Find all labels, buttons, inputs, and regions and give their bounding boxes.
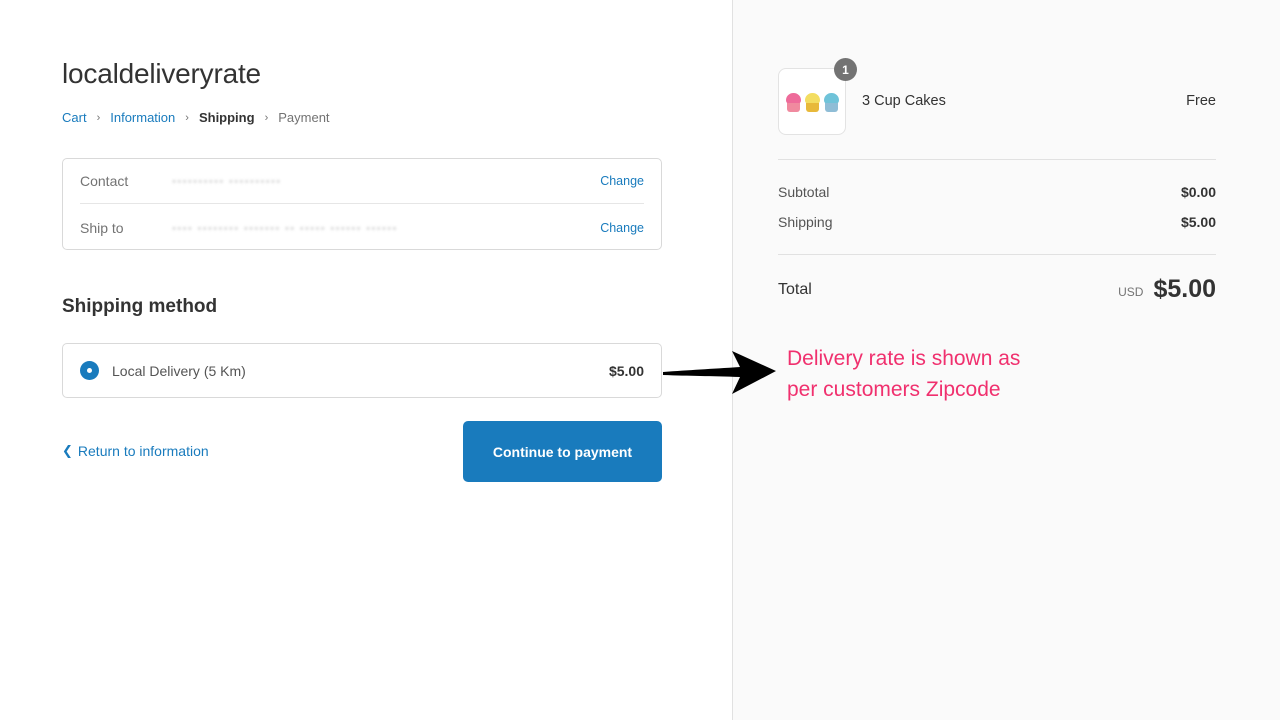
shipping-value: $5.00 <box>1180 214 1216 230</box>
breadcrumb-payment: Payment <box>278 110 330 125</box>
review-row-contact: Contact ▪▪▪▪▪▪▪▪▪▪ ▪▪▪▪▪▪▪▪▪▪ Change <box>80 159 644 204</box>
return-to-information-link[interactable]: ❮ Return to information <box>62 443 209 459</box>
subtotal-label: Subtotal <box>778 184 830 200</box>
return-label: Return to information <box>77 443 209 459</box>
chevron-right-icon: › <box>185 111 189 124</box>
ship-to-label: Ship to <box>80 219 124 236</box>
annotation-arrow-icon <box>663 351 776 394</box>
radio-selected-icon[interactable] <box>80 361 99 380</box>
subtotal-value: $0.00 <box>1180 184 1216 200</box>
breadcrumb-shipping: Shipping <box>198 110 255 125</box>
currency-code: USD <box>1118 284 1144 299</box>
change-contact-link[interactable]: Change <box>600 174 644 188</box>
checkout-main: localdeliveryrate Cart › Information › S… <box>0 0 732 720</box>
breadcrumb-cart[interactable]: Cart <box>62 110 87 125</box>
contact-value: ▪▪▪▪▪▪▪▪▪▪ ▪▪▪▪▪▪▪▪▪▪ <box>172 174 282 188</box>
cupcake-yellow-icon <box>804 91 821 113</box>
total-amount-group: USD $5.00 <box>1118 275 1216 304</box>
chevron-right-icon: › <box>96 111 101 124</box>
annotation-line-2: per customers Zipcode <box>787 378 1001 401</box>
shipping-option-local-delivery[interactable]: Local Delivery (5 Km) $5.00 <box>62 343 662 398</box>
breadcrumb: Cart › Information › Shipping › Payment <box>62 110 330 125</box>
summary-divider <box>778 254 1216 255</box>
ship-to-value: ▪▪▪▪ ▪▪▪▪▪▪▪▪ ▪▪▪▪▪▪▪ ▪▪ ▪▪▪▪▪ ▪▪▪▪▪▪ ▪▪… <box>172 220 398 235</box>
total-label: Total <box>778 280 812 298</box>
review-row-ship-to: Ship to ▪▪▪▪ ▪▪▪▪▪▪▪▪ ▪▪▪▪▪▪▪ ▪▪ ▪▪▪▪▪ ▪… <box>80 205 644 250</box>
shipping-label: Shipping <box>778 214 833 230</box>
subtotal-row: Subtotal $0.00 <box>778 184 1216 200</box>
shipping-method-title: Shipping method <box>62 296 218 317</box>
annotation-note: Delivery rate is shown as per customers … <box>787 343 1020 405</box>
cupcake-pink-icon <box>785 91 802 113</box>
shipping-row: Shipping $5.00 <box>778 214 1216 230</box>
total-amount: $5.00 <box>1153 275 1216 303</box>
change-ship-to-link[interactable]: Change <box>600 221 644 235</box>
review-block: Contact ▪▪▪▪▪▪▪▪▪▪ ▪▪▪▪▪▪▪▪▪▪ Change Shi… <box>62 158 662 250</box>
shipping-option-price: $5.00 <box>608 362 644 379</box>
chevron-right-icon: › <box>264 111 269 124</box>
cupcake-blue-icon <box>823 91 840 113</box>
product-thumbnail <box>778 68 846 135</box>
breadcrumb-information[interactable]: Information <box>110 110 175 125</box>
annotation-line-1: Delivery rate is shown as <box>787 347 1021 370</box>
continue-to-payment-button[interactable]: Continue to payment <box>463 421 662 482</box>
total-row: Total USD $5.00 <box>778 275 1216 304</box>
summary-divider <box>778 159 1216 160</box>
chevron-left-icon: ❮ <box>62 443 73 458</box>
contact-label: Contact <box>80 173 129 189</box>
shipping-option-label: Local Delivery (5 Km) <box>112 362 246 379</box>
product-name: 3 Cup Cakes <box>862 93 946 109</box>
product-price: Free <box>1186 93 1216 109</box>
quantity-badge: 1 <box>834 58 857 81</box>
shop-title: localdeliveryrate <box>62 58 261 89</box>
